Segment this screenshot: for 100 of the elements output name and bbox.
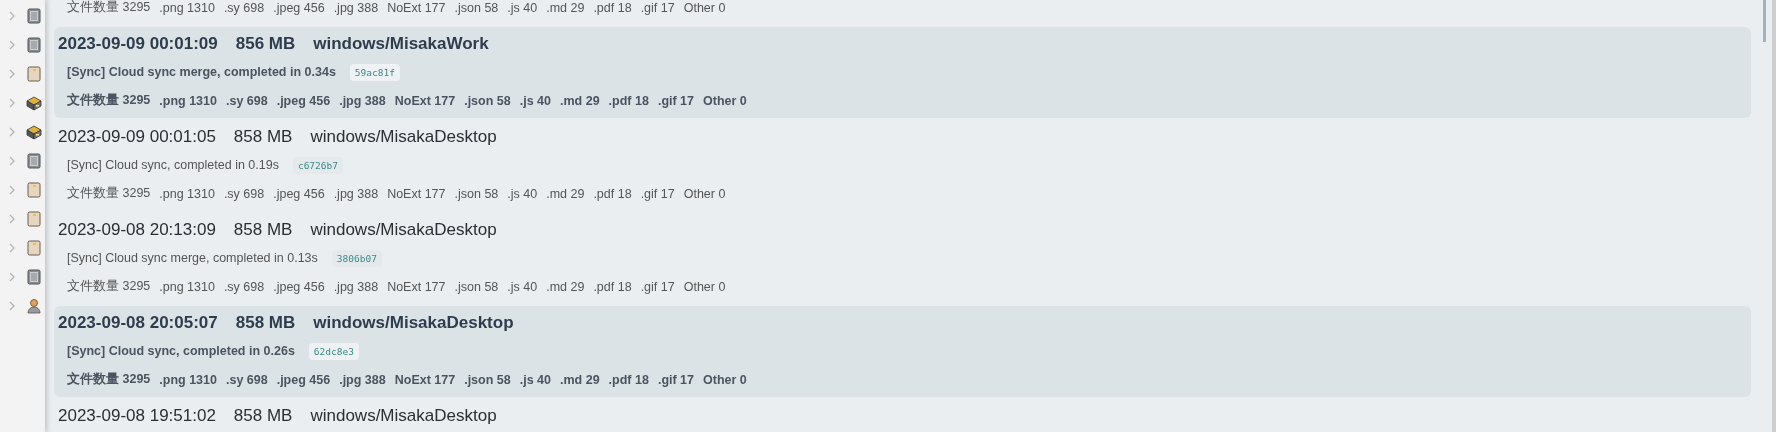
file-count: .jpeg 456 bbox=[273, 0, 325, 15]
file-count: Other 0 bbox=[683, 0, 726, 15]
device-path: windows/MisakaDesktop bbox=[310, 406, 497, 426]
file-count: .json 58 bbox=[464, 93, 511, 108]
commit-hash[interactable]: 3806b07 bbox=[331, 249, 382, 267]
chevron-icon[interactable] bbox=[8, 242, 16, 253]
book-icon[interactable] bbox=[26, 7, 42, 24]
chevron-icon[interactable] bbox=[8, 68, 16, 79]
file-count: .jpeg 456 bbox=[276, 372, 331, 387]
file-count: Other 0 bbox=[703, 372, 747, 387]
size-label: 856 MB bbox=[235, 34, 296, 54]
timestamp: 2023-09-09 00:01:05 bbox=[58, 127, 216, 147]
chevron-icon[interactable] bbox=[8, 300, 16, 311]
file-count: .pdf 18 bbox=[593, 279, 632, 294]
notebook-icon[interactable] bbox=[26, 65, 42, 82]
file-count: .pdf 18 bbox=[608, 93, 649, 108]
file-count: .json 58 bbox=[454, 186, 499, 201]
book-icon[interactable] bbox=[26, 152, 42, 169]
file-count: .png 1310 bbox=[159, 0, 215, 15]
size-label: 858 MB bbox=[233, 127, 293, 147]
file-count: 文件数量 3295 bbox=[67, 0, 151, 16]
file-count: 文件数量 3295 bbox=[67, 278, 151, 295]
file-count: .jpg 388 bbox=[333, 279, 379, 294]
box-icon[interactable] bbox=[26, 123, 42, 140]
sync-message: [Sync] Cloud sync merge, completed in 0.34s bbox=[67, 65, 336, 79]
sync-message: [Sync] Cloud sync, completed in 0.19s bbox=[67, 158, 279, 172]
timestamp: 2023-09-08 20:05:07 bbox=[58, 313, 218, 333]
person-icon[interactable] bbox=[26, 297, 42, 314]
file-count: 文件数量 3295 bbox=[67, 371, 151, 388]
file-count: .gif 17 bbox=[640, 279, 675, 294]
file-count: .gif 17 bbox=[640, 186, 675, 201]
file-count: .js 40 bbox=[507, 186, 538, 201]
file-count: .md 29 bbox=[546, 186, 585, 201]
file-count: .jpg 388 bbox=[339, 372, 386, 387]
chevron-icon[interactable] bbox=[8, 126, 16, 137]
file-count: .js 40 bbox=[519, 372, 551, 387]
commit-hash[interactable]: c6726b7 bbox=[292, 156, 343, 174]
file-count: Other 0 bbox=[703, 93, 747, 108]
timestamp: 2023-09-08 20:13:09 bbox=[58, 220, 216, 240]
file-count: .pdf 18 bbox=[593, 0, 632, 15]
file-count: .sy 698 bbox=[223, 279, 265, 294]
file-count: .pdf 18 bbox=[608, 372, 649, 387]
box-icon[interactable] bbox=[26, 94, 42, 111]
file-count: .pdf 18 bbox=[593, 186, 632, 201]
file-count: .jpeg 456 bbox=[273, 279, 325, 294]
chevron-icon[interactable] bbox=[8, 97, 16, 108]
device-path: windows/MisakaDesktop bbox=[310, 127, 497, 147]
file-count: .jpg 388 bbox=[339, 93, 386, 108]
file-count: .sy 698 bbox=[225, 372, 268, 387]
sync-message: [Sync] Cloud sync merge, completed in 0.13s bbox=[67, 251, 318, 265]
file-count: .png 1310 bbox=[159, 279, 215, 294]
chevron-icon[interactable] bbox=[8, 213, 16, 224]
file-count: .png 1310 bbox=[159, 93, 217, 108]
file-count: .js 40 bbox=[507, 279, 538, 294]
chevron-icon[interactable] bbox=[8, 271, 16, 282]
file-count: 文件数量 3295 bbox=[67, 185, 151, 202]
chevron-icon[interactable] bbox=[8, 39, 16, 50]
file-count: .json 58 bbox=[454, 0, 499, 15]
book-icon[interactable] bbox=[26, 268, 42, 285]
chevron-icon[interactable] bbox=[8, 155, 16, 166]
file-count: NoExt 177 bbox=[387, 0, 446, 15]
file-count: .md 29 bbox=[560, 372, 600, 387]
commit-hash[interactable]: 62dc8e3 bbox=[308, 342, 359, 360]
book-icon[interactable] bbox=[26, 36, 42, 53]
file-count: .md 29 bbox=[546, 279, 585, 294]
file-count: .sy 698 bbox=[223, 0, 265, 15]
file-count: .png 1310 bbox=[159, 372, 217, 387]
chevron-icon[interactable] bbox=[8, 184, 16, 195]
sync-message: [Sync] Cloud sync, completed in 0.26s bbox=[67, 344, 295, 358]
commit-hash[interactable]: 59ac81f bbox=[349, 63, 400, 81]
notebook-icon[interactable] bbox=[26, 239, 42, 256]
scrollbar[interactable] bbox=[1763, 0, 1766, 42]
file-count: .jpeg 456 bbox=[276, 93, 331, 108]
size-label: 858 MB bbox=[233, 406, 293, 426]
file-count: .sy 698 bbox=[223, 186, 265, 201]
file-count: .json 58 bbox=[454, 279, 499, 294]
file-count: Other 0 bbox=[683, 186, 726, 201]
device-path: windows/MisakaDesktop bbox=[310, 220, 497, 240]
file-count: .md 29 bbox=[560, 93, 600, 108]
file-count: .jpg 388 bbox=[333, 186, 379, 201]
size-label: 858 MB bbox=[235, 313, 296, 333]
file-count: NoExt 177 bbox=[394, 93, 456, 108]
device-path: windows/MisakaWork bbox=[313, 34, 489, 54]
notebook-icon[interactable] bbox=[26, 210, 42, 227]
timestamp: 2023-09-08 19:51:02 bbox=[58, 406, 216, 426]
file-count: .js 40 bbox=[519, 93, 551, 108]
file-count: .jpeg 456 bbox=[273, 186, 325, 201]
file-count: .sy 698 bbox=[225, 93, 268, 108]
chevron-icon[interactable] bbox=[8, 10, 16, 21]
file-count: .js 40 bbox=[507, 0, 538, 15]
size-label: 858 MB bbox=[233, 220, 293, 240]
file-count: .png 1310 bbox=[159, 186, 215, 201]
file-count: NoExt 177 bbox=[394, 372, 456, 387]
notebook-icon[interactable] bbox=[26, 181, 42, 198]
file-count: .gif 17 bbox=[640, 0, 675, 15]
device-path: windows/MisakaDesktop bbox=[313, 313, 514, 333]
file-count: .md 29 bbox=[546, 0, 585, 15]
file-count: Other 0 bbox=[683, 279, 726, 294]
timestamp: 2023-09-09 00:01:09 bbox=[58, 34, 218, 54]
file-count: .jpg 388 bbox=[333, 0, 379, 15]
